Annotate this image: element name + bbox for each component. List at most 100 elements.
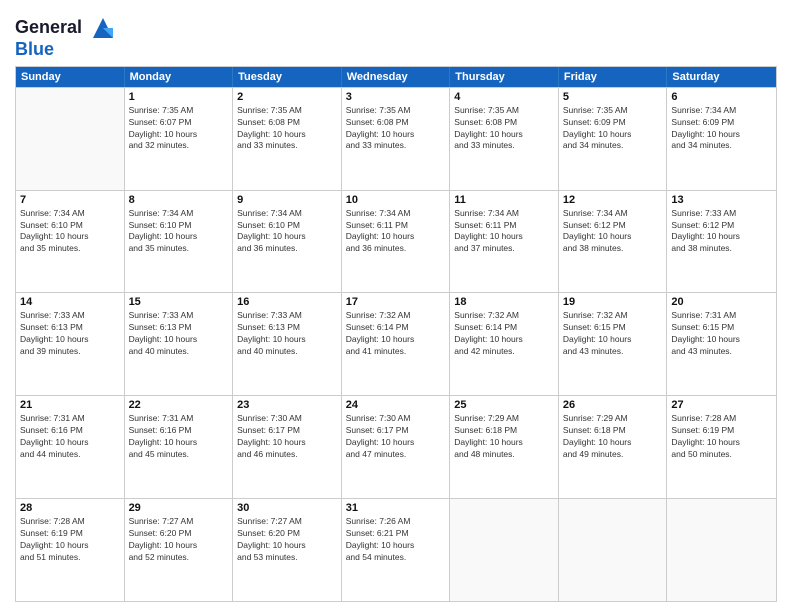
- day-number: 19: [563, 296, 663, 308]
- calendar-cell: 23Sunrise: 7:30 AM Sunset: 6:17 PM Dayli…: [233, 396, 342, 498]
- calendar-cell: 9 Sunrise: 7:34 AM Sunset: 6:10 PM Daylig…: [233, 191, 342, 293]
- day-info: Sunrise: 7:33 AM Sunset: 6:13 PM Dayligh…: [237, 310, 337, 358]
- calendar-cell: [450, 499, 559, 601]
- calendar-cell: 1Sunrise: 7:35 AM Sunset: 6:07 PM Daylig…: [125, 88, 234, 190]
- day-info: Sunrise: 7:26 AM Sunset: 6:21 PM Dayligh…: [346, 516, 446, 564]
- day-number: 12: [563, 194, 663, 206]
- day-number: 16: [237, 296, 337, 308]
- day-number: 30: [237, 502, 337, 514]
- day-number: 17: [346, 296, 446, 308]
- calendar-cell: 31 Sunrise: 7:26 AM Sunset: 6:21 PM Dayli…: [342, 499, 451, 601]
- day-info: Sunrise: 7:29 AM Sunset: 6:18 PM Dayligh…: [454, 413, 554, 461]
- calendar-row: 1Sunrise: 7:35 AM Sunset: 6:07 PM Daylig…: [16, 87, 776, 190]
- calendar-cell: 11 Sunrise: 7:34 AM Sunset: 6:11 PM Dayli…: [450, 191, 559, 293]
- calendar-cell: 25 Sunrise: 7:29 AM Sunset: 6:18 PM Dayli…: [450, 396, 559, 498]
- calendar-cell: 7 Sunrise: 7:34 AM Sunset: 6:10 PM Daylig…: [16, 191, 125, 293]
- day-info: Sunrise: 7:32 AM Sunset: 6:14 PM Dayligh…: [454, 310, 554, 358]
- header-cell-saturday: Saturday: [667, 67, 776, 87]
- header-cell-wednesday: Wednesday: [342, 67, 451, 87]
- calendar-cell: 20 Sunrise: 7:31 AM Sunset: 6:15 PM Dayli…: [667, 293, 776, 395]
- day-number: 10: [346, 194, 446, 206]
- day-number: 11: [454, 194, 554, 206]
- day-info: Sunrise: 7:34 AM Sunset: 6:09 PM Dayligh…: [671, 105, 772, 153]
- day-info: Sunrise: 7:35 AM Sunset: 6:08 PM Dayligh…: [454, 105, 554, 153]
- calendar-cell: 3 Sunrise: 7:35 AM Sunset: 6:08 PM Daylig…: [342, 88, 451, 190]
- calendar-cell: 6Sunrise: 7:34 AM Sunset: 6:09 PM Daylig…: [667, 88, 776, 190]
- calendar-cell: [16, 88, 125, 190]
- calendar-header: SundayMondayTuesdayWednesdayThursdayFrid…: [16, 67, 776, 87]
- day-number: 21: [20, 399, 120, 411]
- day-info: Sunrise: 7:35 AM Sunset: 6:08 PM Dayligh…: [237, 105, 337, 153]
- day-number: 3: [346, 91, 446, 103]
- calendar-cell: 10 Sunrise: 7:34 AM Sunset: 6:11 PM Dayli…: [342, 191, 451, 293]
- header-cell-sunday: Sunday: [16, 67, 125, 87]
- calendar-cell: 8Sunrise: 7:34 AM Sunset: 6:10 PM Daylig…: [125, 191, 234, 293]
- day-number: 24: [346, 399, 446, 411]
- day-info: Sunrise: 7:32 AM Sunset: 6:14 PM Dayligh…: [346, 310, 446, 358]
- calendar-row: 14 Sunrise: 7:33 AM Sunset: 6:13 PM Dayli…: [16, 292, 776, 395]
- day-info: Sunrise: 7:35 AM Sunset: 6:08 PM Dayligh…: [346, 105, 446, 153]
- day-info: Sunrise: 7:31 AM Sunset: 6:16 PM Dayligh…: [129, 413, 229, 461]
- logo: General Blue: [15, 14, 117, 60]
- calendar-cell: 22 Sunrise: 7:31 AM Sunset: 6:16 PM Dayli…: [125, 396, 234, 498]
- day-info: Sunrise: 7:33 AM Sunset: 6:13 PM Dayligh…: [129, 310, 229, 358]
- day-number: 4: [454, 91, 554, 103]
- day-number: 22: [129, 399, 229, 411]
- logo-blue: Blue: [15, 40, 117, 60]
- day-info: Sunrise: 7:33 AM Sunset: 6:12 PM Dayligh…: [671, 208, 772, 256]
- day-info: Sunrise: 7:34 AM Sunset: 6:11 PM Dayligh…: [346, 208, 446, 256]
- day-number: 29: [129, 502, 229, 514]
- day-info: Sunrise: 7:34 AM Sunset: 6:12 PM Dayligh…: [563, 208, 663, 256]
- calendar-body: 1Sunrise: 7:35 AM Sunset: 6:07 PM Daylig…: [16, 87, 776, 601]
- page: General Blue SundayMondayTuesdayWednesda…: [0, 0, 792, 612]
- day-info: Sunrise: 7:29 AM Sunset: 6:18 PM Dayligh…: [563, 413, 663, 461]
- day-number: 28: [20, 502, 120, 514]
- calendar-cell: 27Sunrise: 7:28 AM Sunset: 6:19 PM Dayli…: [667, 396, 776, 498]
- day-number: 9: [237, 194, 337, 206]
- calendar-cell: [667, 499, 776, 601]
- day-number: 31: [346, 502, 446, 514]
- day-info: Sunrise: 7:35 AM Sunset: 6:07 PM Dayligh…: [129, 105, 229, 153]
- calendar-cell: 24 Sunrise: 7:30 AM Sunset: 6:17 PM Dayli…: [342, 396, 451, 498]
- calendar-cell: 16 Sunrise: 7:33 AM Sunset: 6:13 PM Dayli…: [233, 293, 342, 395]
- calendar-cell: 5Sunrise: 7:35 AM Sunset: 6:09 PM Daylig…: [559, 88, 668, 190]
- day-info: Sunrise: 7:31 AM Sunset: 6:16 PM Dayligh…: [20, 413, 120, 461]
- day-number: 14: [20, 296, 120, 308]
- day-info: Sunrise: 7:33 AM Sunset: 6:13 PM Dayligh…: [20, 310, 120, 358]
- day-number: 7: [20, 194, 120, 206]
- day-info: Sunrise: 7:34 AM Sunset: 6:10 PM Dayligh…: [20, 208, 120, 256]
- day-number: 2: [237, 91, 337, 103]
- header-cell-friday: Friday: [559, 67, 668, 87]
- header-cell-tuesday: Tuesday: [233, 67, 342, 87]
- calendar-row: 21 Sunrise: 7:31 AM Sunset: 6:16 PM Dayli…: [16, 395, 776, 498]
- calendar-cell: 2 Sunrise: 7:35 AM Sunset: 6:08 PM Daylig…: [233, 88, 342, 190]
- header: General Blue: [15, 10, 777, 60]
- calendar-cell: 17 Sunrise: 7:32 AM Sunset: 6:14 PM Dayli…: [342, 293, 451, 395]
- calendar-row: 28Sunrise: 7:28 AM Sunset: 6:19 PM Dayli…: [16, 498, 776, 601]
- day-info: Sunrise: 7:34 AM Sunset: 6:11 PM Dayligh…: [454, 208, 554, 256]
- day-info: Sunrise: 7:34 AM Sunset: 6:10 PM Dayligh…: [237, 208, 337, 256]
- calendar-cell: 18 Sunrise: 7:32 AM Sunset: 6:14 PM Dayli…: [450, 293, 559, 395]
- calendar-cell: 15Sunrise: 7:33 AM Sunset: 6:13 PM Dayli…: [125, 293, 234, 395]
- day-info: Sunrise: 7:31 AM Sunset: 6:15 PM Dayligh…: [671, 310, 772, 358]
- calendar-row: 7 Sunrise: 7:34 AM Sunset: 6:10 PM Daylig…: [16, 190, 776, 293]
- calendar-cell: 19Sunrise: 7:32 AM Sunset: 6:15 PM Dayli…: [559, 293, 668, 395]
- calendar-cell: 14 Sunrise: 7:33 AM Sunset: 6:13 PM Dayli…: [16, 293, 125, 395]
- day-info: Sunrise: 7:28 AM Sunset: 6:19 PM Dayligh…: [671, 413, 772, 461]
- logo-text: General Blue: [15, 14, 117, 60]
- day-number: 13: [671, 194, 772, 206]
- calendar-cell: 12 Sunrise: 7:34 AM Sunset: 6:12 PM Dayli…: [559, 191, 668, 293]
- day-number: 25: [454, 399, 554, 411]
- day-number: 26: [563, 399, 663, 411]
- day-info: Sunrise: 7:30 AM Sunset: 6:17 PM Dayligh…: [346, 413, 446, 461]
- header-cell-thursday: Thursday: [450, 67, 559, 87]
- day-info: Sunrise: 7:35 AM Sunset: 6:09 PM Dayligh…: [563, 105, 663, 153]
- calendar-cell: 29 Sunrise: 7:27 AM Sunset: 6:20 PM Dayli…: [125, 499, 234, 601]
- calendar-cell: 26 Sunrise: 7:29 AM Sunset: 6:18 PM Dayli…: [559, 396, 668, 498]
- day-number: 20: [671, 296, 772, 308]
- day-info: Sunrise: 7:27 AM Sunset: 6:20 PM Dayligh…: [129, 516, 229, 564]
- day-number: 18: [454, 296, 554, 308]
- calendar-cell: 28Sunrise: 7:28 AM Sunset: 6:19 PM Dayli…: [16, 499, 125, 601]
- day-info: Sunrise: 7:34 AM Sunset: 6:10 PM Dayligh…: [129, 208, 229, 256]
- calendar: SundayMondayTuesdayWednesdayThursdayFrid…: [15, 66, 777, 602]
